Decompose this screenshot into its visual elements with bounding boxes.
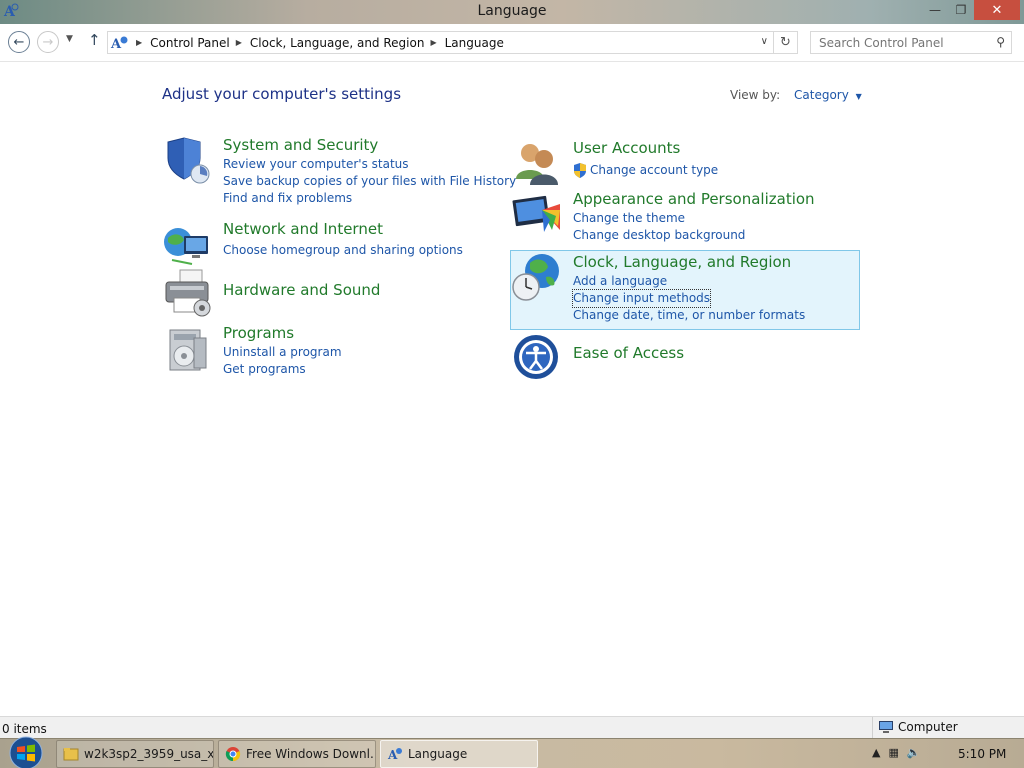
category-title[interactable]: Hardware and Sound <box>223 281 380 299</box>
view-by-label: View by: <box>730 88 781 102</box>
back-arrow-icon: ← <box>13 34 25 50</box>
printer-icon <box>165 269 211 317</box>
up-button[interactable]: ↑ <box>88 31 101 49</box>
status-bar: 0 items Computer <box>0 716 1024 739</box>
search-input[interactable] <box>811 32 981 53</box>
chevron-down-icon[interactable]: ▼ <box>856 92 862 101</box>
category-title[interactable]: Network and Internet <box>223 220 383 238</box>
breadcrumb-separator[interactable]: ▶ <box>136 38 142 47</box>
link-desktop-background[interactable]: Change desktop background <box>573 227 745 244</box>
link-add-language[interactable]: Add a language <box>573 273 805 290</box>
link-date-time-formats[interactable]: Change date, time, or number formats <box>573 307 805 324</box>
network-icon <box>164 228 208 265</box>
forward-arrow-icon: → <box>42 34 54 50</box>
category-title[interactable]: Programs <box>223 324 294 342</box>
page-title: Adjust your computer's settings <box>162 85 402 103</box>
category-title[interactable]: Ease of Access <box>573 344 684 362</box>
system-tray: ▲ ▦ 🔈 <box>872 746 929 759</box>
refresh-button[interactable]: ↻ <box>774 31 798 54</box>
close-button[interactable]: ✕ <box>974 0 1020 20</box>
link-change-input-methods[interactable]: Change input methods <box>571 289 712 308</box>
address-bar: ← → ▼ ↑ A ▶ Control Panel ▶ Clock, Langu… <box>0 24 1024 62</box>
category-title[interactable]: Clock, Language, and Region <box>573 253 791 271</box>
window-title: Language <box>477 3 547 19</box>
link-homegroup[interactable]: Choose homegroup and sharing options <box>223 242 463 259</box>
forward-button[interactable]: → <box>37 31 59 53</box>
link-file-history[interactable]: Save backup copies of your files with Fi… <box>223 173 516 190</box>
link-change-theme[interactable]: Change the theme <box>573 210 745 227</box>
taskbar-item-language[interactable]: A Language <box>380 740 538 768</box>
language-icon: A <box>387 748 402 762</box>
link-uninstall-program[interactable]: Uninstall a program <box>223 344 342 361</box>
folder-icon <box>63 748 79 761</box>
breadcrumb-clock-language-region[interactable]: Clock, Language, and Region <box>250 36 425 50</box>
refresh-icon: ↻ <box>780 35 791 50</box>
taskbar: w2k3sp2_3959_usa_x... Free Windows Downl… <box>0 736 1024 768</box>
taskbar-item-label: Free Windows Downl... <box>246 747 376 761</box>
breadcrumb-language[interactable]: Language <box>445 36 504 50</box>
network-tray-icon[interactable]: ▦ <box>888 746 898 759</box>
breadcrumb[interactable]: A ▶ Control Panel ▶ Clock, Language, and… <box>107 31 774 54</box>
items-count: 0 items <box>2 722 47 736</box>
show-hidden-icons-icon[interactable]: ▲ <box>872 746 880 759</box>
location-label: Computer <box>898 720 958 734</box>
link-find-fix-problems[interactable]: Find and fix problems <box>223 190 516 207</box>
display-icon <box>512 195 560 232</box>
title-bar: A Language — ❐ ✕ <box>0 0 1024 24</box>
up-arrow-icon: ↑ <box>88 31 101 49</box>
shield-icon <box>167 137 210 184</box>
location-indicator: Computer <box>878 720 958 734</box>
chevron-down-icon[interactable]: ∨ <box>761 36 768 47</box>
taskbar-item-label: w2k3sp2_3959_usa_x... <box>84 747 214 761</box>
link-get-programs[interactable]: Get programs <box>223 361 342 378</box>
users-icon <box>516 144 558 185</box>
category-title[interactable]: Appearance and Personalization <box>573 190 815 208</box>
breadcrumb-control-panel[interactable]: Control Panel <box>150 36 230 50</box>
taskbar-item-browser[interactable]: Free Windows Downl... <box>218 740 376 768</box>
restore-button[interactable]: ❐ <box>948 0 974 20</box>
view-by-dropdown[interactable]: Category <box>794 88 849 102</box>
back-button[interactable]: ← <box>8 31 30 53</box>
programs-icon <box>169 329 207 371</box>
svg-text:A: A <box>110 37 122 52</box>
clock[interactable]: 5:10 PM <box>958 747 1006 761</box>
link-review-status[interactable]: Review your computer's status <box>223 156 516 173</box>
start-button[interactable] <box>6 736 46 768</box>
search-icon[interactable]: ⚲ <box>996 35 1005 49</box>
breadcrumb-separator[interactable]: ▶ <box>430 38 436 47</box>
category-title[interactable]: User Accounts <box>573 139 680 157</box>
chrome-icon <box>225 747 241 762</box>
taskbar-item-folder[interactable]: w2k3sp2_3959_usa_x... <box>56 740 214 768</box>
control-panel-icon: A <box>110 36 128 52</box>
minimize-button[interactable]: — <box>922 0 948 20</box>
computer-icon <box>879 721 893 733</box>
recent-locations-dropdown[interactable]: ▼ <box>66 34 73 44</box>
globe-clock-icon <box>512 254 559 301</box>
link-change-account-type[interactable]: Change account type <box>590 162 718 179</box>
view-by: View by: Category ▼ <box>730 88 862 102</box>
uac-shield-icon <box>574 163 586 178</box>
ease-of-access-icon <box>514 335 558 379</box>
volume-icon[interactable]: 🔈 <box>907 746 921 759</box>
search-box[interactable]: ⚲ <box>810 31 1012 54</box>
category-title[interactable]: System and Security <box>223 136 378 154</box>
taskbar-item-label: Language <box>408 747 468 761</box>
breadcrumb-separator[interactable]: ▶ <box>236 38 242 47</box>
status-divider <box>872 717 873 739</box>
